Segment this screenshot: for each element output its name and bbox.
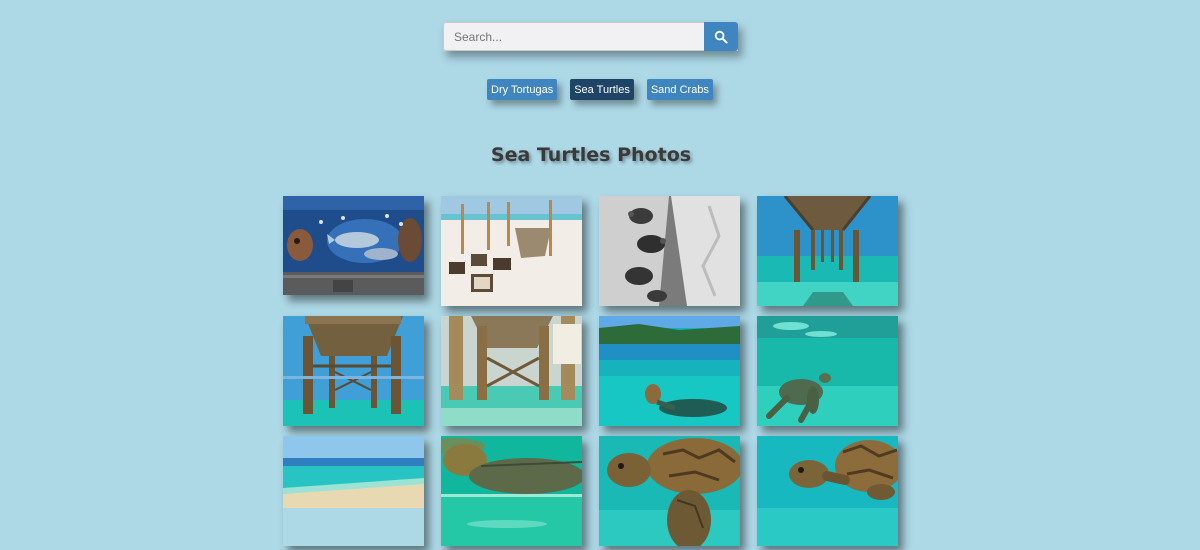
page-title: Sea Turtles Photos (490, 144, 692, 166)
turtle-swimming-photo (757, 316, 898, 426)
filter-sea-turtles-button[interactable]: Sea Turtles (570, 79, 634, 100)
dolphin-mural-photo (283, 196, 424, 295)
filter-sand-crabs-button[interactable]: Sand Crabs (646, 79, 713, 100)
gallery-photo-8[interactable] (757, 316, 898, 426)
shoreline-photo (283, 436, 424, 546)
search-icon (714, 30, 728, 44)
beach-crates-photo (441, 196, 582, 306)
search-button[interactable] (704, 22, 738, 51)
turtle-surfacing-photo (599, 316, 740, 426)
filter-dry-tortugas-button[interactable]: Dry Tortugas (487, 79, 558, 100)
pier-pilings-photo (283, 316, 424, 426)
gallery-photo-7[interactable] (599, 316, 740, 426)
gallery-photo-2[interactable] (441, 196, 582, 306)
search-input[interactable] (443, 22, 704, 51)
turtle-tattoo-photo (599, 196, 740, 306)
search-bar (443, 22, 738, 51)
gallery-photo-10[interactable] (441, 436, 582, 546)
gallery-photo-1[interactable] (283, 196, 424, 295)
gallery-photo-5[interactable] (283, 316, 424, 426)
photo-gallery (283, 196, 898, 546)
gallery-photo-4[interactable] (757, 196, 898, 306)
gallery-photo-12[interactable] (757, 436, 898, 546)
page: Dry Tortugas Sea Turtles Sand Crabs Sea … (0, 0, 1200, 550)
gallery-photo-9[interactable] (283, 436, 424, 546)
turtle-grazing-photo (441, 436, 582, 546)
filter-buttons: Dry Tortugas Sea Turtles Sand Crabs (0, 79, 1200, 100)
gallery-photo-3[interactable] (599, 196, 740, 306)
turtle-underwater-photo (757, 436, 898, 546)
gallery-photo-6[interactable] (441, 316, 582, 426)
turtle-closeup-photo (599, 436, 740, 546)
pier-pilings-shallow-photo (441, 316, 582, 426)
pier-underside-photo (757, 196, 898, 306)
gallery-photo-11[interactable] (599, 436, 740, 546)
